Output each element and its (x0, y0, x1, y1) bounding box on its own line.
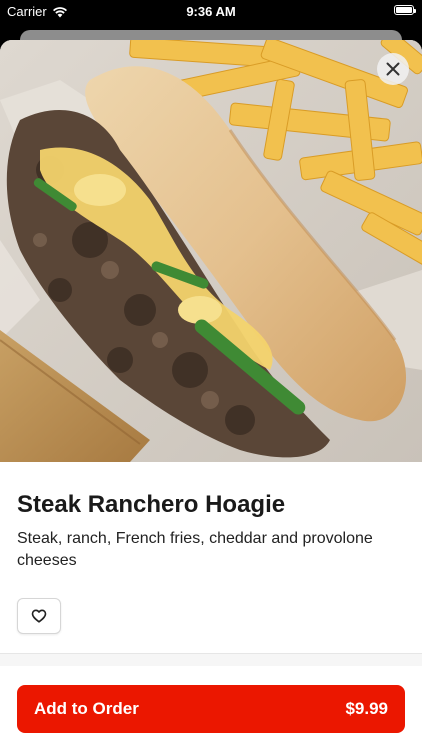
item-detail-sheet: Steak Ranchero Hoagie Steak, ranch, Fren… (0, 40, 422, 750)
item-photo (0, 40, 422, 462)
favorite-button[interactable] (17, 598, 61, 634)
item-details: Steak Ranchero Hoagie Steak, ranch, Fren… (0, 462, 422, 634)
add-to-order-button[interactable]: Add to Order $9.99 (17, 685, 405, 733)
screen: Carrier 9:36 AM Steak Ranchero Hoagie St… (0, 0, 422, 750)
add-to-order-label: Add to Order (34, 699, 139, 718)
close-icon (386, 62, 400, 76)
close-button[interactable] (377, 53, 409, 85)
section-separator (0, 654, 422, 666)
item-title: Steak Ranchero Hoagie (17, 491, 286, 518)
status-bar: Carrier 9:36 AM (0, 0, 422, 22)
heart-icon (31, 609, 47, 623)
item-description: Steak, ranch, French fries, cheddar and … (17, 530, 373, 569)
status-time: 9:36 AM (186, 4, 236, 19)
item-price: $9.99 (345, 699, 388, 718)
steak-hoagie-image (0, 40, 422, 462)
battery-icon (394, 5, 416, 15)
battery-level (396, 7, 412, 13)
